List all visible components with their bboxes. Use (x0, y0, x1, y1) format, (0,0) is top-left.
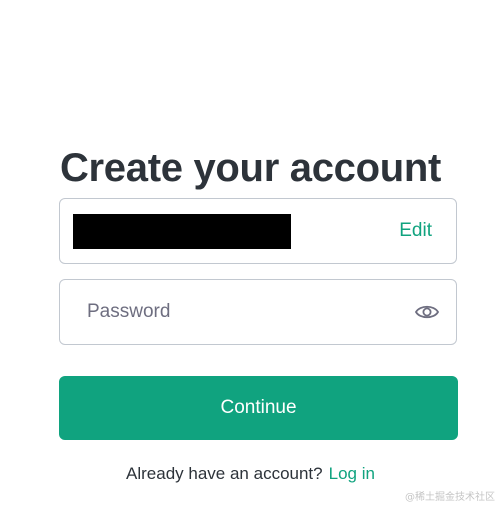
redacted-email (73, 214, 291, 249)
watermark: @稀土掘金技术社区 (405, 492, 495, 503)
continue-button[interactable]: Continue (59, 376, 458, 440)
page-title: Create your account (59, 145, 442, 190)
edit-email-link[interactable]: Edit (399, 219, 432, 243)
password-field-container (59, 279, 457, 345)
eye-icon[interactable] (414, 300, 440, 324)
email-field: Edit (59, 198, 457, 264)
signup-page: Create your account Edit Continue Alread… (0, 0, 501, 505)
login-prompt: Already have an account? Log in (0, 462, 501, 486)
login-link[interactable]: Log in (329, 464, 375, 483)
login-prompt-text: Already have an account? (126, 464, 323, 483)
password-input[interactable] (60, 280, 400, 344)
